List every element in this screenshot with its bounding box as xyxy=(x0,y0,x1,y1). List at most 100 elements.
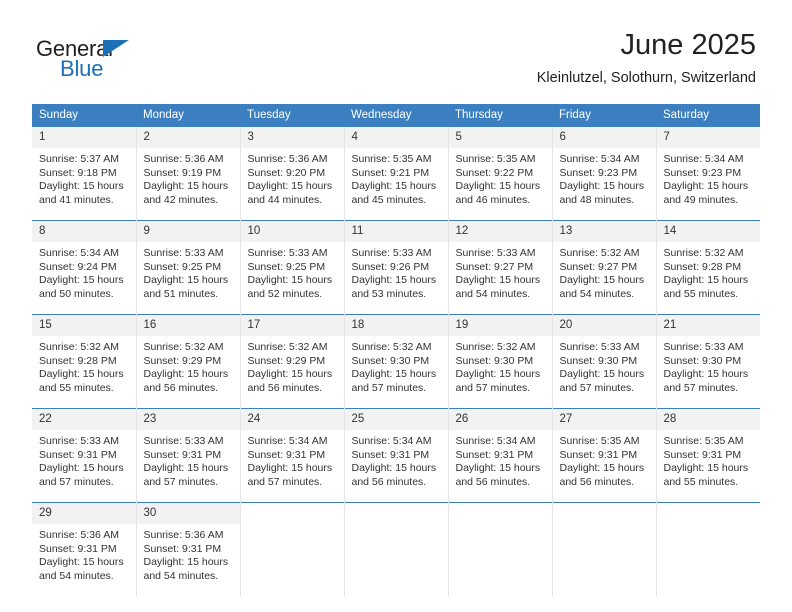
sunrise-text: Sunrise: 5:36 AM xyxy=(143,153,224,165)
calendar-day-cell[interactable]: 2 Sunrise: 5:36 AM Sunset: 9:19 PM Daylight… xyxy=(135,126,240,221)
calendar-day-cell[interactable]: 9 Sunrise: 5:33 AM Sunset: 9:25 PM Daylight… xyxy=(135,220,240,315)
calendar-day-cell[interactable]: 11 Sunrise: 5:33 AM Sunset: 9:26 PM Dayligh… xyxy=(343,220,448,315)
day-number xyxy=(344,503,448,524)
calendar-day-cell[interactable]: 29 Sunrise: 5:36 AM Sunset: 9:31 PM Dayligh… xyxy=(32,502,136,596)
calendar-day-cell[interactable]: 1 Sunrise: 5:37 AM Sunset: 9:18 PM Daylight… xyxy=(32,126,136,221)
daylight-text-line2: and 42 minutes. xyxy=(143,193,219,206)
sunrise-text: Sunrise: 5:34 AM xyxy=(455,435,536,447)
day-details: Sunrise: 5:37 AM Sunset: 9:18 PM Daylight:… xyxy=(32,148,136,207)
daylight-text-line2: and 48 minutes. xyxy=(559,193,635,206)
calendar-day-cell[interactable]: 7 Sunrise: 5:34 AM Sunset: 9:23 PM Daylight… xyxy=(655,126,760,221)
day-details: Sunrise: 5:36 AM Sunset: 9:31 PM Daylight:… xyxy=(32,524,136,583)
daylight-text-line2: and 45 minutes. xyxy=(351,193,427,206)
sunset-text: Sunset: 9:31 PM xyxy=(39,448,117,461)
calendar-day-cell[interactable]: 28 Sunrise: 5:35 AM Sunset: 9:31 PM Dayligh… xyxy=(655,408,760,503)
calendar-day-cell[interactable]: 8 Sunrise: 5:34 AM Sunset: 9:24 PM Daylight… xyxy=(32,220,136,315)
calendar-day-cell[interactable]: 24 Sunrise: 5:34 AM Sunset: 9:31 PM Dayligh… xyxy=(239,408,344,503)
daylight-text-line2: and 56 minutes. xyxy=(143,381,219,394)
day-number: 11 xyxy=(344,221,448,242)
weekday-header-thursday: Thursday xyxy=(448,104,552,127)
calendar-cell-empty xyxy=(239,502,344,596)
daylight-text-line2: and 54 minutes. xyxy=(143,569,219,582)
calendar-body: 1 Sunrise: 5:37 AM Sunset: 9:18 PM Daylight… xyxy=(32,126,760,596)
calendar-day-cell[interactable]: 4 Sunrise: 5:35 AM Sunset: 9:21 PM Daylight… xyxy=(343,126,448,221)
daylight-text-line1: Daylight: 15 hours xyxy=(351,274,437,287)
sunrise-text: Sunrise: 5:36 AM xyxy=(247,153,328,165)
calendar-day-cell[interactable]: 18 Sunrise: 5:32 AM Sunset: 9:30 PM Dayligh… xyxy=(343,314,448,409)
calendar-cell-inner: 9 Sunrise: 5:33 AM Sunset: 9:25 PM Daylight… xyxy=(136,221,240,314)
calendar-day-cell[interactable]: 27 Sunrise: 5:35 AM Sunset: 9:31 PM Dayligh… xyxy=(551,408,656,503)
sunset-text: Sunset: 9:24 PM xyxy=(39,260,117,273)
calendar-cell-inner: 16 Sunrise: 5:32 AM Sunset: 9:29 PM Dayligh… xyxy=(136,315,240,408)
day-details: Sunrise: 5:33 AM Sunset: 9:31 PM Daylight:… xyxy=(137,430,240,489)
day-details: Sunrise: 5:32 AM Sunset: 9:30 PM Daylight:… xyxy=(449,336,552,395)
day-details: Sunrise: 5:34 AM Sunset: 9:24 PM Daylight:… xyxy=(32,242,136,301)
daylight-text-line2: and 52 minutes. xyxy=(247,287,323,300)
sunrise-text: Sunrise: 5:33 AM xyxy=(143,247,224,259)
daylight-text-line1: Daylight: 15 hours xyxy=(143,462,229,475)
sunrise-text: Sunrise: 5:33 AM xyxy=(143,435,224,447)
daylight-text-line1: Daylight: 15 hours xyxy=(663,274,749,287)
daylight-text-line1: Daylight: 15 hours xyxy=(247,462,333,475)
sunrise-text: Sunrise: 5:33 AM xyxy=(39,435,119,447)
calendar-day-cell[interactable]: 30 Sunrise: 5:36 AM Sunset: 9:31 PM Dayligh… xyxy=(135,502,240,596)
sunset-text: Sunset: 9:29 PM xyxy=(143,354,222,367)
daylight-text-line2: and 54 minutes. xyxy=(39,569,114,582)
logo-text-blue: Blue xyxy=(60,56,104,81)
daylight-text-line2: and 56 minutes. xyxy=(455,475,531,488)
sunrise-text: Sunrise: 5:33 AM xyxy=(247,247,328,259)
calendar-day-cell[interactable]: 23 Sunrise: 5:33 AM Sunset: 9:31 PM Dayligh… xyxy=(135,408,240,503)
calendar-day-cell[interactable]: 17 Sunrise: 5:32 AM Sunset: 9:29 PM Dayligh… xyxy=(239,314,344,409)
sunrise-text: Sunrise: 5:35 AM xyxy=(663,435,744,447)
calendar-cell-inner: 19 Sunrise: 5:32 AM Sunset: 9:30 PM Dayligh… xyxy=(448,315,552,408)
daylight-text-line2: and 57 minutes. xyxy=(143,475,219,488)
calendar-day-cell[interactable]: 20 Sunrise: 5:33 AM Sunset: 9:30 PM Dayligh… xyxy=(551,314,656,409)
calendar-day-cell[interactable]: 3 Sunrise: 5:36 AM Sunset: 9:20 PM Daylight… xyxy=(239,126,344,221)
day-details: Sunrise: 5:34 AM Sunset: 9:31 PM Daylight:… xyxy=(241,430,344,489)
daylight-text-line1: Daylight: 15 hours xyxy=(351,180,437,193)
calendar-day-cell[interactable]: 5 Sunrise: 5:35 AM Sunset: 9:22 PM Daylight… xyxy=(447,126,552,221)
calendar-day-cell[interactable]: 12 Sunrise: 5:33 AM Sunset: 9:27 PM Dayligh… xyxy=(447,220,552,315)
calendar-day-cell[interactable]: 14 Sunrise: 5:32 AM Sunset: 9:28 PM Dayligh… xyxy=(655,220,760,315)
sunset-text: Sunset: 9:23 PM xyxy=(663,166,742,179)
calendar-day-cell[interactable]: 22 Sunrise: 5:33 AM Sunset: 9:31 PM Dayligh… xyxy=(32,408,136,503)
calendar-cell-inner: 15 Sunrise: 5:32 AM Sunset: 9:28 PM Dayligh… xyxy=(32,315,136,408)
day-details: Sunrise: 5:33 AM Sunset: 9:25 PM Daylight:… xyxy=(137,242,240,301)
calendar-cell-inner: 28 Sunrise: 5:35 AM Sunset: 9:31 PM Dayligh… xyxy=(656,409,760,502)
sunset-text: Sunset: 9:31 PM xyxy=(663,448,742,461)
daylight-text-line2: and 57 minutes. xyxy=(39,475,114,488)
weekday-header-saturday: Saturday xyxy=(656,104,760,127)
calendar-day-cell[interactable]: 26 Sunrise: 5:34 AM Sunset: 9:31 PM Dayligh… xyxy=(447,408,552,503)
daylight-text-line1: Daylight: 15 hours xyxy=(663,180,749,193)
daylight-text-line1: Daylight: 15 hours xyxy=(247,180,333,193)
calendar-header-row: Sunday Monday Tuesday Wednesday Thursday Frid… xyxy=(32,104,760,127)
calendar-day-cell[interactable]: 10 Sunrise: 5:33 AM Sunset: 9:25 PM Dayligh… xyxy=(239,220,344,315)
calendar-day-cell[interactable]: 21 Sunrise: 5:33 AM Sunset: 9:30 PM Dayligh… xyxy=(655,314,760,409)
day-details: Sunrise: 5:35 AM Sunset: 9:31 PM Daylight:… xyxy=(553,430,656,489)
general-blue-logo[interactable]: General Blue xyxy=(36,36,206,84)
day-number: 1 xyxy=(32,127,136,148)
calendar-day-cell[interactable]: 19 Sunrise: 5:32 AM Sunset: 9:30 PM Dayligh… xyxy=(447,314,552,409)
calendar-cell-inner: 5 Sunrise: 5:35 AM Sunset: 9:22 PM Daylight… xyxy=(448,127,552,220)
day-number xyxy=(552,503,656,524)
sunset-text: Sunset: 9:28 PM xyxy=(663,260,742,273)
calendar-day-cell[interactable]: 6 Sunrise: 5:34 AM Sunset: 9:23 PM Daylight… xyxy=(551,126,656,221)
daylight-text-line2: and 57 minutes. xyxy=(247,475,323,488)
sunrise-text: Sunrise: 5:33 AM xyxy=(351,247,432,259)
daylight-text-line1: Daylight: 15 hours xyxy=(39,462,124,475)
sunrise-text: Sunrise: 5:34 AM xyxy=(351,435,432,447)
sunset-text: Sunset: 9:19 PM xyxy=(143,166,222,179)
day-number: 25 xyxy=(344,409,448,430)
calendar-cell-inner: 14 Sunrise: 5:32 AM Sunset: 9:28 PM Dayligh… xyxy=(656,221,760,314)
day-number: 27 xyxy=(552,409,656,430)
calendar-day-cell[interactable]: 13 Sunrise: 5:32 AM Sunset: 9:27 PM Dayligh… xyxy=(551,220,656,315)
calendar-table: Sunday Monday Tuesday Wednesday Thursday Frid… xyxy=(32,104,760,596)
calendar-cell-empty xyxy=(447,502,552,596)
calendar-cell-inner: 10 Sunrise: 5:33 AM Sunset: 9:25 PM Dayligh… xyxy=(240,221,344,314)
calendar-day-cell[interactable]: 15 Sunrise: 5:32 AM Sunset: 9:28 PM Dayligh… xyxy=(32,314,136,409)
calendar-day-cell[interactable]: 16 Sunrise: 5:32 AM Sunset: 9:29 PM Dayligh… xyxy=(135,314,240,409)
calendar-page: General Blue June 2025 Kleinlutzel, Solo… xyxy=(0,0,792,612)
sunset-text: Sunset: 9:31 PM xyxy=(143,542,222,555)
calendar-day-cell[interactable]: 25 Sunrise: 5:34 AM Sunset: 9:31 PM Dayligh… xyxy=(343,408,448,503)
sunset-text: Sunset: 9:31 PM xyxy=(559,448,638,461)
